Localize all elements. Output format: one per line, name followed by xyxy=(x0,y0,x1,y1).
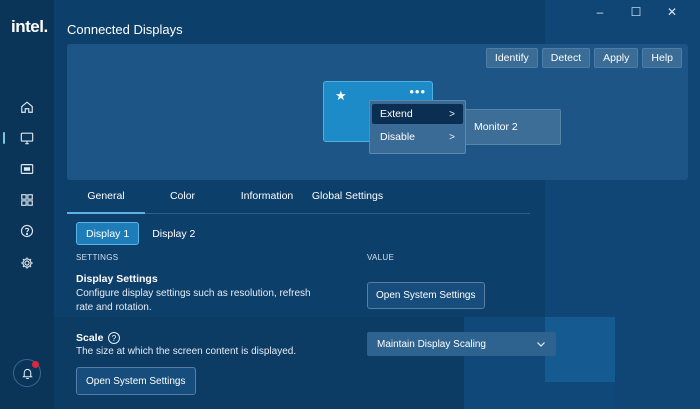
more-options-icon[interactable]: ••• xyxy=(409,84,426,99)
sidebar-item-settings[interactable] xyxy=(0,249,54,277)
sidebar: intel. xyxy=(0,0,54,409)
open-system-settings-button-bottom[interactable]: Open System Settings xyxy=(76,367,196,395)
primary-star-icon: ★ xyxy=(335,88,347,103)
chevron-down-icon xyxy=(537,342,545,347)
close-button[interactable]: ✕ xyxy=(654,4,690,20)
intel-logo: intel. xyxy=(11,17,48,36)
video-icon xyxy=(20,164,34,174)
apply-button[interactable]: Apply xyxy=(594,48,639,68)
detect-button[interactable]: Detect xyxy=(541,48,591,68)
maximize-button[interactable]: ☐ xyxy=(618,4,654,20)
display-icon xyxy=(20,132,34,145)
main-content: – ☐ ✕ Connected Displays Identify Detect… xyxy=(54,0,700,409)
display-settings-title: Display Settings xyxy=(76,273,158,285)
home-icon xyxy=(21,101,33,113)
open-system-settings-button[interactable]: Open System Settings xyxy=(367,282,485,309)
display-context-menu: Extend > Disable > xyxy=(369,100,466,154)
window-controls: – ☐ ✕ xyxy=(582,4,690,20)
settings-column-header: SETTINGS xyxy=(76,253,119,262)
display-toolbar: Identify Detect Apply Help xyxy=(485,48,682,68)
background-panel xyxy=(54,317,464,409)
menu-item-label: Disable xyxy=(380,131,416,143)
apps-icon xyxy=(21,194,33,206)
subtab-display-2[interactable]: Display 2 xyxy=(143,222,204,245)
scale-dropdown[interactable]: Maintain Display Scaling xyxy=(367,332,556,356)
scale-dropdown-value: Maintain Display Scaling xyxy=(377,338,486,350)
sidebar-item-help[interactable] xyxy=(0,217,54,245)
menu-item-disable[interactable]: Disable > xyxy=(372,127,463,147)
value-column-header: VALUE xyxy=(367,253,395,262)
sidebar-item-apps[interactable] xyxy=(0,186,54,214)
display-selector: Display 1 Display 2 xyxy=(76,222,204,245)
tab-general[interactable]: General xyxy=(67,190,145,214)
monitor-2-label: Monitor 2 xyxy=(474,121,518,133)
sidebar-item-home[interactable] xyxy=(0,93,54,121)
active-indicator xyxy=(3,132,5,144)
menu-item-label: Extend xyxy=(380,108,413,120)
menu-item-extend[interactable]: Extend > xyxy=(372,104,463,124)
settings-tabs: General Color Information Global Setting… xyxy=(67,190,530,214)
display-settings-description: Configure display settings such as resol… xyxy=(76,288,311,313)
display-arrangement-panel: Identify Detect Apply Help ★ ••• Monitor… xyxy=(67,44,688,180)
scale-description: The size at which the screen content is … xyxy=(76,346,297,356)
scale-help-icon[interactable]: ? xyxy=(108,332,120,344)
minimize-button[interactable]: – xyxy=(582,4,618,20)
sidebar-item-display[interactable] xyxy=(0,124,54,152)
settings-icon xyxy=(21,257,33,269)
tab-global-settings[interactable]: Global Settings xyxy=(305,190,390,213)
help-icon xyxy=(20,224,34,238)
sidebar-item-video[interactable] xyxy=(0,155,54,183)
bell-icon xyxy=(21,368,33,379)
page-title: Connected Displays xyxy=(67,22,183,37)
help-button[interactable]: Help xyxy=(642,48,682,68)
monitor-2-tile[interactable]: Monitor 2 xyxy=(461,109,561,145)
identify-button[interactable]: Identify xyxy=(485,48,538,68)
notifications-button[interactable] xyxy=(13,359,41,387)
subtab-display-1[interactable]: Display 1 xyxy=(76,222,140,245)
tab-color[interactable]: Color xyxy=(155,190,210,213)
scale-title: Scale xyxy=(76,332,104,344)
chevron-right-icon: > xyxy=(449,108,455,120)
notification-badge xyxy=(32,361,39,368)
tab-information[interactable]: Information xyxy=(227,190,307,213)
chevron-right-icon: > xyxy=(449,131,455,143)
